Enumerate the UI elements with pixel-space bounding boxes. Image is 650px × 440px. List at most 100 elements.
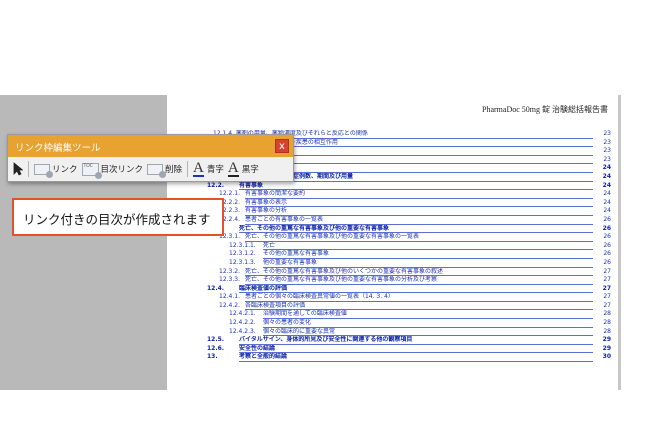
toc-entry-page: 26 [603, 241, 611, 249]
toc-entry-number: 12.3.1.1. [229, 241, 256, 249]
toc-entry-title: 有害事象の簡潔な要約 [245, 190, 593, 199]
toc-entry-title: 患者ごとの個々の臨床検査異常値の一覧表（14. 3. 4） [245, 293, 593, 302]
black-text-button[interactable]: A 黒字 [226, 160, 261, 178]
toc-entry-page: 24 [602, 181, 611, 189]
toc-entry-number: 12.2. [207, 181, 225, 189]
toc-entry-page: 29 [602, 344, 611, 352]
toolbar-divider [28, 161, 29, 177]
delete-label: 削除 [165, 165, 183, 175]
toc-entry-number: 12.3.1.2. [229, 250, 256, 258]
toc-entry-page: 26 [603, 250, 611, 258]
toc-entry[interactable]: 12.3.死亡、その他の重篤な有害事象及び他の重要な有害事象26 [207, 225, 611, 234]
toc-entry-page: 26 [603, 215, 611, 223]
toc-entry-number: 12.6. [207, 344, 225, 352]
toc-entry-page: 26 [603, 233, 611, 241]
toc-entry[interactable]: 12.3.1.1. 死亡 26 [207, 242, 611, 251]
toc-entry-number: 12.4.1. [219, 293, 240, 301]
toc-icon: TOC [81, 162, 102, 179]
toc-entry-title: 死亡 [263, 242, 593, 251]
toc-entry-number: 12.3.3. [219, 276, 240, 284]
page-edge [618, 95, 621, 390]
callout-box: リンク付きの目次が作成されます [12, 198, 224, 236]
toc-entry-page: 23 [603, 130, 611, 137]
toc-entry-title: 有害事象 [239, 182, 593, 191]
toc-entry-page: 27 [603, 301, 611, 309]
toc-entry-page: 28 [603, 327, 611, 335]
toc-entry-number: 12.3.2. [219, 267, 240, 275]
toc-entry-page: 29 [602, 336, 611, 344]
delete-frame-icon [147, 163, 167, 178]
toc-entry[interactable]: 12.2.3. 有害事象の分析 24 [207, 207, 611, 216]
toc-entry[interactable]: 12.4.2.2. 個々の患者の変化 28 [207, 319, 611, 328]
toc-entry-title: 他の重要な有害事象 [263, 259, 593, 268]
toc-entry-title: バイタルサイン、身体的所見及び安全性に関連する他の観察項目 [239, 336, 593, 345]
toc-entry-number: 12.4.2.1. [229, 310, 256, 318]
toc-entry-page: 28 [603, 319, 611, 327]
toc-entry[interactable]: 12.6. 安全性の結論 29 [207, 345, 611, 354]
toc-entry-page: 27 [602, 284, 611, 292]
link-button[interactable]: リンク [32, 160, 80, 178]
toc-link-button[interactable]: TOC 目次リンク [80, 160, 146, 179]
link-frame-edit-tool-panel: リンク枠編集ツール x リンク TOC 目次リンク 削除 A 青字 A 黒字 [7, 134, 294, 182]
toc-entry-page: 24 [603, 198, 611, 206]
toc-entry[interactable]: 12.4.2.3. 個々の臨床的に重要な異常 28 [207, 328, 611, 337]
toc-entry[interactable]: 12.5. バイタルサイン、身体的所見及び安全性に関連する他の観察項目 29 [207, 336, 611, 345]
text-color-blue-icon: A [193, 160, 204, 177]
toc-entry[interactable]: 12.3.1. 死亡、その他の重篤な有害事象及び他の重要な有害事象の一覧表 26 [207, 233, 611, 242]
toc-entry-title: 死亡、その他の重篤な有害事象及び他の重要な有害事象の一覧表 [245, 233, 593, 242]
toc-entry-page: 23 [603, 147, 611, 155]
toc-entry-number: 13. [207, 353, 218, 361]
toc-entry[interactable]: 12.4. 臨床検査値の評価 27 [207, 285, 611, 294]
toc-entry[interactable]: 12.4.2. 各臨床検査項目の評価 27 [207, 302, 611, 311]
toc-entry-page: 24 [602, 172, 611, 180]
toc-entry-page: 23 [603, 155, 611, 163]
toc-entry[interactable]: 12.2.2. 有害事象の表示 24 [207, 199, 611, 208]
toc-entry[interactable]: 12.3.3. 死亡、その他の重篤な有害事象及び他の重要な有害事象の分析及び考察 2… [207, 276, 611, 285]
toc-entry-page: 28 [603, 310, 611, 318]
toc-entry-title: 死亡、その他の重篤な有害事象及び他のいくつかの重要な有害事象の叙述 [245, 268, 593, 277]
toc-entry[interactable]: 12.2.1. 有害事象の簡潔な要約 24 [207, 190, 611, 199]
toc-entry-page: 26 [603, 258, 611, 266]
toc-entry-title: 治験期間を通しての臨床検査値 [263, 310, 593, 320]
toc-entry[interactable]: 12.2. 有害事象 24 [207, 182, 611, 191]
toc-entry-title: 考察と全般的結論 [239, 353, 593, 363]
toc-link-label: 目次リンク [100, 165, 144, 175]
toc-entry[interactable]: 12.3.1.2. その他の重篤な有害事象 26 [207, 250, 611, 259]
toc-entry[interactable]: 12.3.2. 死亡、その他の重篤な有害事象及び他のいくつかの重要な有害事象の叙述… [207, 268, 611, 277]
link-label: リンク [52, 165, 78, 175]
blue-text-label: 青字 [206, 165, 224, 175]
toc-entry-title: 臨床検査値の評価 [239, 285, 593, 294]
toc-entry[interactable]: 13. 考察と全般的結論 30 [207, 353, 611, 363]
toc-entry-title: 有害事象の分析 [245, 207, 593, 216]
toc-entry-page: 24 [603, 190, 611, 198]
toc-entry[interactable]: 12.2.4. 患者ごとの有害事象の一覧表 26 [207, 216, 611, 225]
toc-entry-title: 各臨床検査項目の評価 [245, 302, 593, 311]
select-tool-button[interactable] [11, 160, 25, 178]
toc-entry-title: その他の重篤な有害事象 [263, 250, 593, 259]
toc-entry-page: 23 [603, 138, 611, 146]
toc-entry-page: 24 [603, 207, 611, 215]
toc-entry-page: 27 [603, 276, 611, 284]
blue-text-button[interactable]: A 青字 [191, 160, 226, 178]
toolbar-divider [187, 161, 189, 177]
toc-entry-title: 個々の臨床的に重要な異常 [263, 328, 593, 337]
toc-entry[interactable]: 12.3.1.3. 他の重要な有害事象 26 [207, 259, 611, 268]
toc-entry-number: 12.4.2.2. [229, 319, 256, 327]
toc-entry-page: 24 [602, 164, 611, 172]
document-header: PharmaDoc 50mg 錠 治験総括報告書 [482, 105, 608, 114]
toc-entry[interactable]: 12.4.2.1. 治験期間を通しての臨床検査値 28 [207, 310, 611, 320]
toc-entry-page: 26 [602, 224, 611, 232]
close-button[interactable]: x [275, 139, 289, 153]
cursor-arrow-icon [13, 162, 23, 176]
toc-entry-number: 12.4.2. [219, 301, 240, 309]
toc-entry-title: 死亡、その他の重篤な有害事象及び他の重要な有害事象の分析及び考察 [245, 276, 593, 285]
toc-entry[interactable]: 12.4.1. 患者ごとの個々の臨床検査異常値の一覧表（14. 3. 4） 27 [207, 293, 611, 302]
delete-button[interactable]: 削除 [145, 160, 184, 178]
callout-text: リンク付きの目次が作成されます [23, 212, 211, 227]
toc-entry-page: 27 [603, 267, 611, 275]
toc-entry-page: 30 [602, 353, 611, 361]
toc-entry-title: 死亡、その他の重篤な有害事象及び他の重要な有害事象 [239, 225, 593, 234]
link-frame-icon [34, 163, 53, 178]
toc-entry-title: 個々の患者の変化 [263, 319, 593, 328]
panel-titlebar[interactable]: リンク枠編集ツール x [8, 135, 293, 157]
